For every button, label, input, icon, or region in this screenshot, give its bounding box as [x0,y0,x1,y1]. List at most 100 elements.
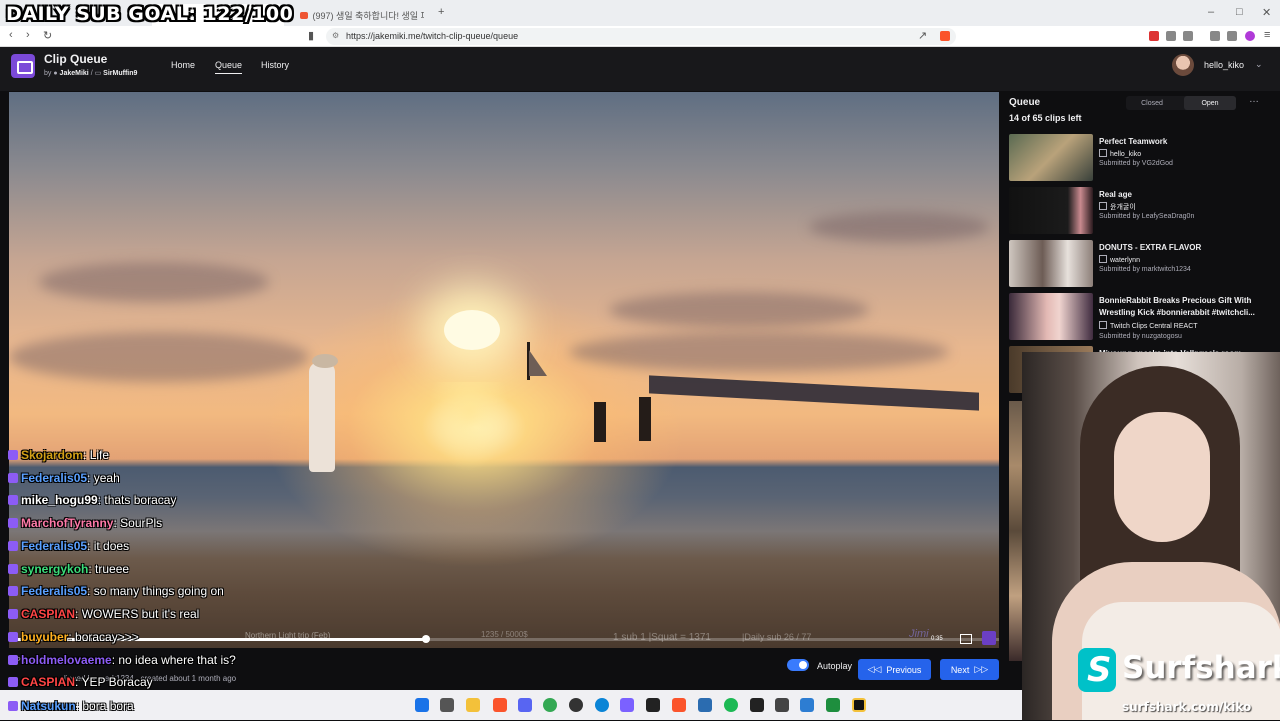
app-icon[interactable] [620,698,634,712]
chat-username: synergykoh [21,562,89,576]
taskbar [0,690,1022,720]
chat-text: WOWERS but it's real [81,607,200,621]
task-view-icon[interactable] [440,698,454,712]
brave-icon[interactable] [493,698,507,712]
app-byline: by ● JakeMiki / ▭ SirMuffin9 [44,70,138,77]
app-icon[interactable] [646,698,660,712]
chat-message: holdmelovaeme: no idea where that is? [8,653,236,667]
closed-option[interactable]: Closed [1126,96,1178,110]
autoplay-label: Autoplay [817,661,853,671]
windows-start-icon[interactable] [415,698,429,712]
chat-username: Federalis05 [21,539,88,553]
queue-item[interactable]: Real age 윤개굴이 Submitted by LeafySeaDrag0… [1009,187,1269,237]
address-bar: ‹ › ↻ ▮ ⚙ https://jakemiki.me/twitch-cli… [0,26,1280,47]
forward-icon[interactable]: › [26,29,30,41]
twitch-badge-icon [8,586,18,596]
clips-left: 14 of 65 clips left [1009,113,1082,123]
chat-message: Skojardom: Life [8,448,109,462]
sun-hat [312,354,338,368]
cloud [9,332,309,382]
extension-icon[interactable] [1166,31,1176,41]
nav-queue[interactable]: Queue [215,60,243,74]
next-button[interactable]: Next ▷▷ [940,659,999,680]
author-link[interactable]: SirMuffin9 [103,70,137,77]
chat-text: so many things going on [93,584,224,598]
chat-message: Federalis05: so many things going on [8,584,224,598]
spotify-icon[interactable] [724,698,738,712]
close-window-icon[interactable]: ✕ [1262,6,1271,19]
author-link[interactable]: JakeMiki [60,70,89,77]
nav-history[interactable]: History [261,60,289,70]
clip-submitter: Submitted by VG2dGod [1099,160,1173,167]
app-icon[interactable] [826,698,840,712]
more-options-icon[interactable]: … [1249,94,1259,105]
queue-item[interactable]: BonnieRabbit Breaks Precious Gift With W… [1009,293,1269,343]
clip-thumbnail [1009,293,1093,340]
chat-text: no idea where that is? [118,653,236,667]
chat-message: Federalis05: it does [8,539,129,553]
clip-channel: hello_kiko [1099,149,1141,158]
minimize-icon[interactable]: – [1208,6,1214,18]
menu-icon[interactable]: ≡ [1264,29,1270,41]
queue-item[interactable]: DONUTS - EXTRA FLAVOR waterlynn Submitte… [1009,240,1269,290]
bookmark-icon[interactable]: ▮ [308,29,314,42]
brave-icon[interactable] [672,698,686,712]
new-tab-icon[interactable]: + [438,6,444,18]
nav-home[interactable]: Home [171,60,195,70]
autoplay-toggle[interactable] [787,659,809,671]
chat-text: thats boracay [104,493,177,507]
chat-message: synergykoh: trueee [8,562,129,576]
fullscreen-icon[interactable] [982,631,996,645]
clip-thumbnail-strip [1009,401,1023,661]
profile-icon[interactable] [1245,31,1255,41]
video-player[interactable]: Northern Light trip (Feb) 1235 / 5000$ 1… [9,92,999,648]
terminal-icon[interactable] [750,698,764,712]
extension-icon[interactable] [1149,31,1159,41]
sidebar-icon[interactable] [1227,31,1237,41]
share-icon[interactable]: ↗ [918,29,927,42]
seek-handle[interactable] [421,635,430,643]
discord-icon[interactable] [518,698,532,712]
reload-icon[interactable]: ↻ [43,29,52,42]
twitch-icon: ▭ [94,70,102,77]
seek-bar[interactable] [9,635,999,643]
previous-button[interactable]: ◁◁ Previous [858,659,931,680]
obs-icon[interactable] [569,698,583,712]
chat-username: holdmelovaeme [21,653,112,667]
chat-text: it does [93,539,130,553]
username[interactable]: hello_kiko [1204,60,1244,70]
chevron-down-icon[interactable]: ⌄ [1255,59,1263,70]
chat-text: yeah [93,471,120,485]
chat-text: bora bora [82,699,134,713]
chat-text: Life [89,448,110,462]
chat-message: CASPIAN: WOWERS but it's real [8,607,199,621]
back-icon[interactable]: ‹ [9,29,13,41]
youtube-icon [300,11,308,19]
avatar[interactable] [1172,54,1194,76]
media-icon[interactable] [1210,31,1220,41]
chat-username: Natsukun [21,699,76,713]
maximize-icon[interactable]: □ [1236,6,1243,18]
app-icon[interactable] [852,698,866,712]
clip-submitter: Submitted by nuzgatogosu [1099,333,1182,340]
app-icon[interactable] [775,698,789,712]
clip-submitter: Submitted by LeafySeaDrag0n [1099,213,1195,220]
app-icon[interactable] [698,698,712,712]
edge-icon[interactable] [595,698,609,712]
twitch-badge-icon [8,564,18,574]
url-field[interactable]: ⚙ https://jakemiki.me/twitch-clip-queue/… [326,28,956,45]
site-info-icon[interactable]: ⚙ [332,31,339,40]
streamer-face [1114,412,1210,542]
chat-message: buyuber: boracay>>> [8,630,139,644]
queue-item[interactable]: Perfect Teamwork hello_kiko Submitted by… [1009,134,1269,184]
pip-icon[interactable] [960,634,972,644]
brave-shield-icon[interactable] [940,31,950,41]
extension-icon[interactable] [1183,31,1193,41]
surfshark-logo-icon [1078,648,1116,692]
browser-tab[interactable]: (997) 생일 축하합니다! 생일 파티용 [292,4,432,26]
chrome-icon[interactable] [543,698,557,712]
file-explorer-icon[interactable] [466,698,480,712]
open-option[interactable]: Open [1184,96,1236,110]
app-icon[interactable] [800,698,814,712]
twitch-badge-icon [8,518,18,528]
